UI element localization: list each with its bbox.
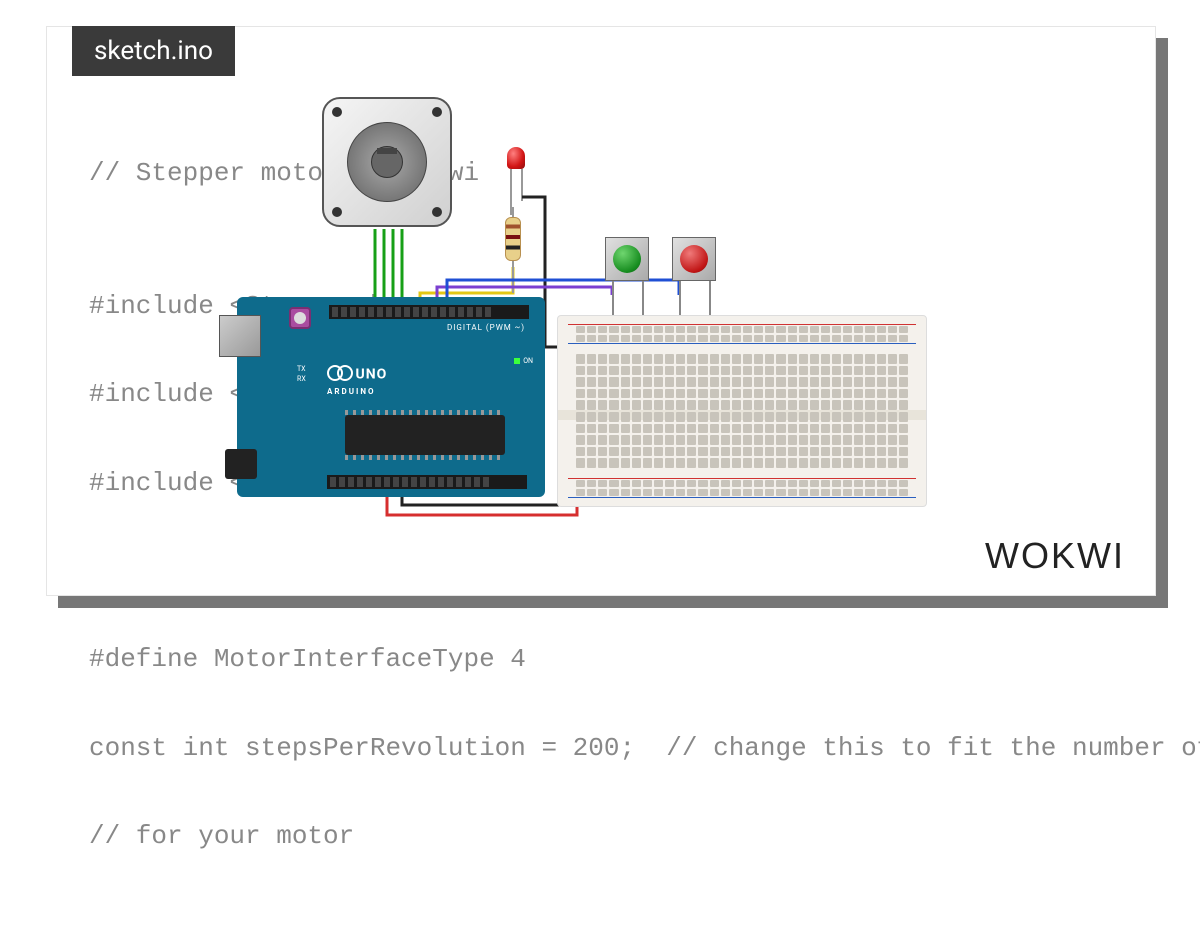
digital-label: DIGITAL (PWM ~) <box>447 323 525 332</box>
code-line: #define MotorInterfaceType 4 <box>89 637 1125 681</box>
breadboard-holes <box>576 354 908 410</box>
breadboard-holes <box>576 326 908 342</box>
wokwi-brand: WOKWI <box>985 535 1125 577</box>
resistor[interactable] <box>505 217 521 261</box>
red-led[interactable] <box>507 147 525 169</box>
atmega-chip-icon <box>345 415 505 455</box>
breadboard[interactable] <box>557 315 927 507</box>
reset-button[interactable] <box>289 307 311 329</box>
breadboard-holes <box>576 412 908 468</box>
breadboard-holes <box>576 480 908 496</box>
file-tab[interactable]: sketch.ino <box>72 26 235 76</box>
push-button-red[interactable] <box>672 237 716 281</box>
code-line: const int stepsPerRevolution = 200; // c… <box>89 726 1125 770</box>
stepper-motor[interactable] <box>322 97 452 227</box>
power-jack-icon <box>225 449 257 479</box>
arduino-uno[interactable]: TX RX ON UNO ARDUINO DIGITAL (PWM ~) <box>237 297 545 497</box>
stepper-motor-body <box>322 97 452 227</box>
digital-pin-header[interactable] <box>329 305 529 319</box>
circuit-diagram[interactable]: TX RX ON UNO ARDUINO DIGITAL (PWM ~) <box>247 97 947 537</box>
power-on-led: ON <box>514 357 533 365</box>
led-bulb <box>507 147 525 169</box>
editor-card: sketch.ino // Stepper motor on Wokwi #in… <box>46 26 1156 596</box>
power-analog-pin-header[interactable] <box>327 475 527 489</box>
code-line: // for your motor <box>89 814 1125 858</box>
file-tab-label: sketch.ino <box>94 36 213 66</box>
push-button-green[interactable] <box>605 237 649 281</box>
tx-rx-labels: TX RX <box>297 365 306 385</box>
arduino-logo: UNO ARDUINO <box>327 365 387 396</box>
usb-port-icon <box>219 315 261 357</box>
